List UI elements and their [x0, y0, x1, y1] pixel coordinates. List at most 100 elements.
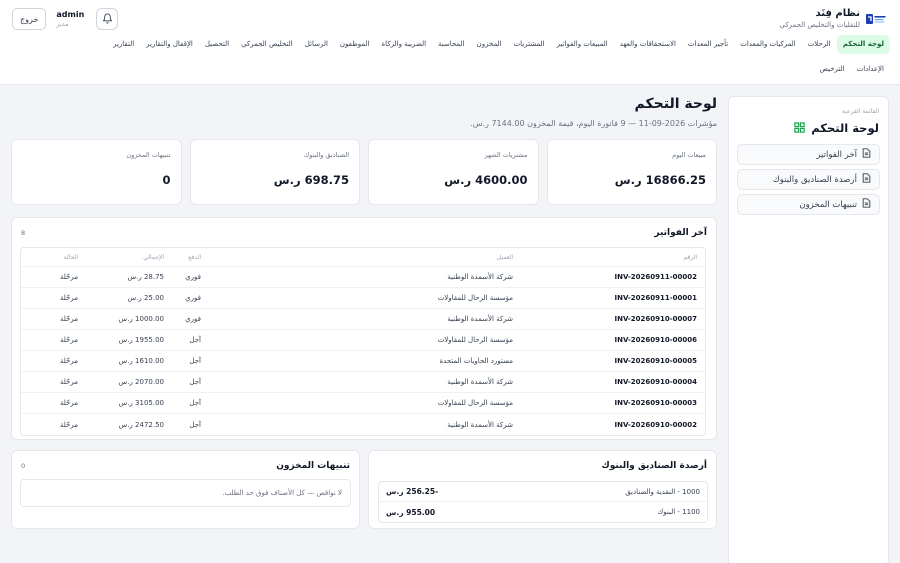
cell-total: 28.75 ر.س — [127, 273, 164, 281]
col-header-number: الرقم — [683, 253, 697, 261]
cell-customer: مؤسسة الرحال للمقاولات — [437, 399, 513, 407]
kpi-card-today-sales: مبيعات اليوم 16866.25 ر.س — [546, 139, 717, 205]
kpi-label: الصناديق والبنوك — [303, 151, 349, 159]
bell-icon — [102, 13, 113, 26]
cell-status: مرحّلة — [59, 336, 78, 344]
logout-button[interactable]: خروج — [12, 8, 47, 30]
fund-value: 955.00 ر.س — [386, 507, 436, 517]
nav-item-license[interactable]: الترخيص — [814, 60, 851, 79]
nav-item-employees[interactable]: الموظفون — [334, 35, 376, 54]
brand[interactable]: نظام فِنَد للنقليات والتخليص الجمركي — [780, 8, 886, 29]
kpi-label: تنبيهات المخزون — [126, 151, 171, 159]
list-item[interactable]: 1100 - البنوك 955.00 ر.س — [379, 502, 707, 522]
kpi-label: مشتريات الشهر — [484, 151, 528, 159]
sub-menu-item-fund-balances[interactable]: أرصدة الصناديق والبنوك — [737, 169, 880, 190]
user-role: مدير — [56, 20, 69, 29]
nav-item-inventory[interactable]: المخزون — [471, 35, 508, 54]
cell-payment: آجل — [189, 357, 201, 365]
document-icon — [862, 198, 871, 211]
fund-name: 1000 - النقدية والصناديق — [625, 487, 700, 496]
cell-customer: مستورد الحاويات المتحدة — [439, 357, 513, 365]
fund-name: 1100 - البنوك — [657, 508, 701, 516]
sub-menu-item-label: أرصدة الصناديق والبنوك — [772, 174, 857, 185]
sub-menu-caption: القائمة الفرعية — [841, 108, 879, 115]
notifications-button[interactable] — [96, 8, 119, 30]
table-row[interactable]: INV-20260910-00002 شركة الأسمدة الوطنية … — [21, 414, 705, 435]
sub-menu-item-latest-invoices[interactable]: آخر الفواتير — [737, 144, 880, 165]
cell-customer: مؤسسة الرحال للمقاولات — [437, 294, 513, 302]
stock-alerts-card: تنبيهات المخزون 0 لا نواقص — كل الأصناف … — [11, 450, 360, 529]
cell-customer: شركة الأسمدة الوطنية — [447, 273, 513, 281]
cell-number: INV-20260910-00005 — [614, 357, 698, 365]
nav-item-reports[interactable]: التقارير — [107, 35, 140, 54]
cell-number: INV-20260911-00002 — [614, 273, 698, 281]
cell-total: 2472.50 ر.س — [118, 420, 164, 429]
sub-menu-item-label: تنبيهات المخزون — [799, 199, 857, 210]
stock-alerts-title: تنبيهات المخزون — [276, 461, 350, 471]
table-row[interactable]: INV-20260911-00002 شركة الأسمدة الوطنية … — [21, 267, 705, 288]
cell-status: مرحّلة — [59, 294, 78, 302]
nav-item-accounting[interactable]: المحاسبة — [432, 35, 471, 54]
nav-item-purchases[interactable]: المشتريات — [508, 35, 551, 54]
cell-payment: آجل — [189, 420, 201, 429]
cell-number: INV-20260910-00006 — [614, 336, 698, 344]
kpi-card-stock-alerts: تنبيهات المخزون 0 — [11, 139, 182, 205]
nav-item-closing[interactable]: الإقفال والتقارير — [140, 35, 199, 54]
document-icon — [862, 173, 871, 186]
cell-customer: مؤسسة الرحال للمقاولات — [437, 336, 513, 344]
document-icon — [862, 148, 871, 161]
cell-status: مرحّلة — [59, 315, 78, 323]
table-row[interactable]: INV-20260910-00003 مؤسسة الرحال للمقاولا… — [21, 393, 705, 414]
nav-item-settings[interactable]: الإعدادات — [851, 60, 890, 79]
kpi-value: 16866.25 ر.س — [614, 173, 706, 187]
table-row[interactable]: INV-20260910-00004 شركة الأسمدة الوطنية … — [21, 372, 705, 393]
kpi-label: مبيعات اليوم — [672, 151, 706, 159]
cell-payment: آجل — [189, 336, 201, 344]
cell-customer: شركة الأسمدة الوطنية — [447, 420, 513, 429]
table-row[interactable]: INV-20260911-00001 مؤسسة الرحال للمقاولا… — [21, 288, 705, 309]
table-row[interactable]: INV-20260910-00006 مؤسسة الرحال للمقاولا… — [21, 330, 705, 351]
user-area: خروج admin مدير — [12, 8, 119, 30]
stock-alerts-empty-message: لا نواقص — كل الأصناف فوق حد الطلب. — [20, 479, 351, 507]
cell-payment: فوري — [185, 294, 201, 302]
kpi-value: 698.75 ر.س — [273, 173, 349, 187]
logo-icon — [866, 12, 886, 26]
col-header-customer: العميل — [496, 253, 513, 261]
user-name: admin — [56, 9, 85, 19]
main-nav: لوحة التحكم الرحلات المركبات والمعدات تأ… — [10, 35, 890, 79]
nav-item-dashboard[interactable]: لوحة التحكم — [836, 35, 890, 55]
page-subtitle: مؤشرات 2026-09-11 — 9 فاتورة اليوم، قيمة… — [470, 119, 717, 128]
cell-status: مرحّلة — [59, 420, 78, 429]
nav-item-dues[interactable]: الاستحقاقات والعهد — [614, 35, 682, 54]
fund-balances-list: 1000 - النقدية والصناديق -256.25 ر.س 110… — [378, 481, 708, 523]
nav-item-tax[interactable]: الضريبة والزكاة — [376, 35, 433, 54]
table-row[interactable]: INV-20260910-00007 شركة الأسمدة الوطنية … — [21, 309, 705, 330]
nav-item-trips[interactable]: الرحلات — [802, 35, 837, 54]
cell-payment: آجل — [189, 378, 201, 386]
latest-invoices-count: 8 — [21, 229, 26, 237]
sub-menu-item-stock-alerts[interactable]: تنبيهات المخزون — [737, 194, 880, 215]
fund-balances-card: أرصدة الصناديق والبنوك 1000 - النقدية وا… — [368, 450, 717, 529]
sub-menu-title-text: لوحة التحكم — [811, 121, 879, 135]
nav-item-equipment-rental[interactable]: تأجير المعدات — [682, 35, 734, 54]
top-bar: نظام فِنَد للنقليات والتخليص الجمركي خرو… — [0, 0, 900, 85]
brand-subtitle: للنقليات والتخليص الجمركي — [779, 20, 860, 29]
cell-status: مرحّلة — [59, 378, 78, 386]
page-title: لوحة التحكم — [634, 96, 717, 112]
stock-alerts-count: 0 — [21, 462, 26, 470]
nav-item-vehicles[interactable]: المركبات والمعدات — [734, 35, 801, 54]
nav-item-sales[interactable]: المبيعات والفواتير — [551, 35, 614, 54]
sub-menu-item-label: آخر الفواتير — [816, 149, 857, 160]
cell-total: 3105.00 ر.س — [118, 399, 164, 407]
nav-break — [10, 56, 890, 58]
nav-item-collection[interactable]: التحصيل — [199, 35, 235, 54]
nav-item-customs[interactable]: التخليص الجمركي — [235, 35, 299, 54]
cell-status: مرحّلة — [59, 399, 78, 407]
table-row[interactable]: INV-20260910-00005 مستورد الحاويات المتح… — [21, 351, 705, 372]
nav-item-messages[interactable]: الرسائل — [299, 35, 334, 54]
kpi-card-funds-banks: الصناديق والبنوك 698.75 ر.س — [189, 139, 360, 205]
cell-total: 2070.00 ر.س — [118, 378, 164, 386]
list-item[interactable]: 1000 - النقدية والصناديق -256.25 ر.س — [379, 482, 707, 502]
user-info: admin مدير — [56, 9, 84, 29]
sub-menu-list: آخر الفواتير أرصدة الصناديق والبنوك تنبي… — [729, 144, 888, 215]
